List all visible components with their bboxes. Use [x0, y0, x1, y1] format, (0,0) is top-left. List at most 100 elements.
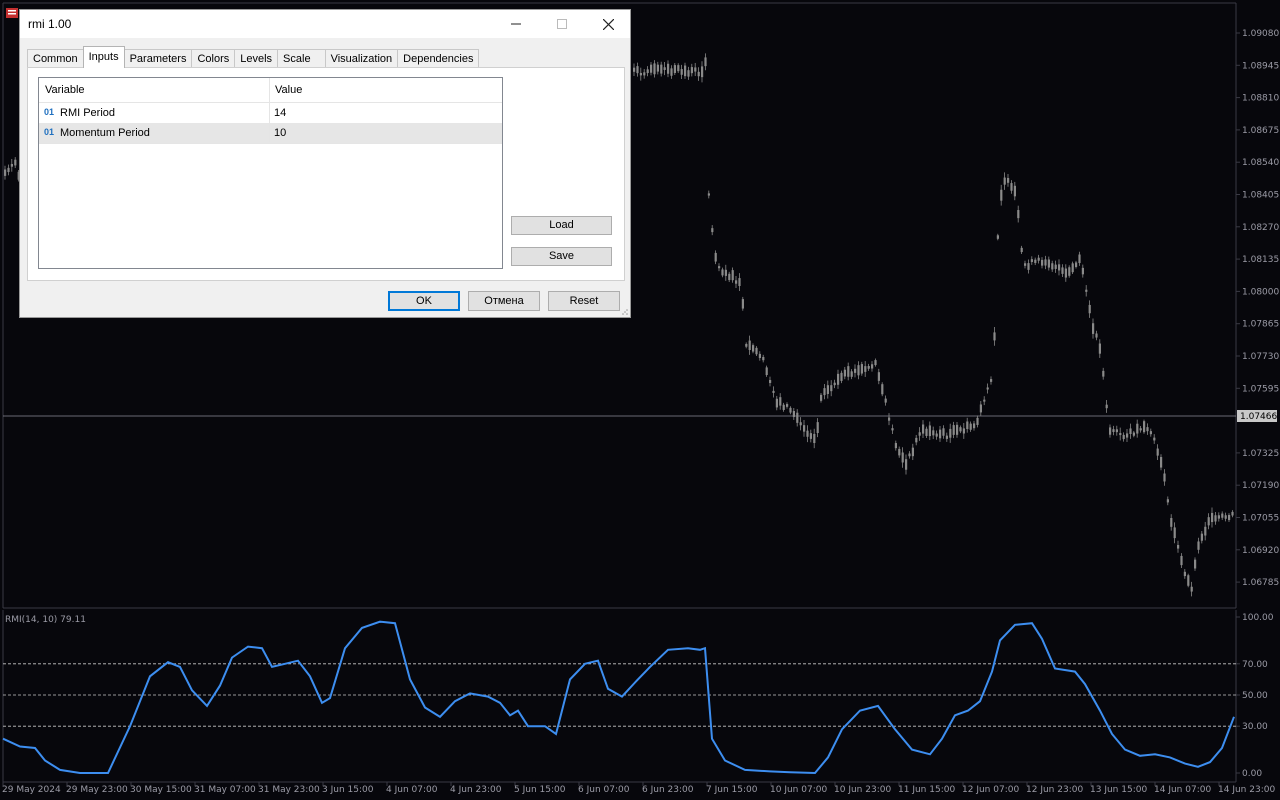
time-tick-label: 14 Jun 23:00: [1218, 785, 1275, 795]
row-value[interactable]: 14: [274, 107, 286, 119]
candle-body: [833, 382, 836, 386]
candle-body: [752, 345, 755, 352]
ok-button[interactable]: OK: [388, 291, 460, 311]
header-value[interactable]: Value: [275, 84, 302, 96]
candle-body: [1160, 457, 1163, 468]
candle-body: [854, 368, 857, 373]
candle-body: [823, 388, 826, 396]
rmi-indicator-pane[interactable]: 100.00 70.00 50.00 30.00 0.00 29 May 2024 29 M…: [0, 610, 1280, 800]
candle-body: [952, 425, 955, 435]
candle-body: [7, 167, 10, 173]
candle-body: [1136, 423, 1139, 434]
close-button[interactable]: [585, 10, 631, 38]
candle-body: [758, 353, 761, 358]
table-row[interactable]: 01 RMI Period 14: [39, 103, 502, 124]
minimize-button[interactable]: [493, 10, 539, 38]
candle-body: [779, 397, 782, 406]
price-tick-label: 1.07325: [1242, 449, 1279, 459]
time-tick-label: 6 Jun 07:00: [578, 785, 630, 795]
candle-body: [799, 422, 802, 426]
candle-body: [1207, 517, 1210, 526]
price-tick-label: 1.08000: [1242, 287, 1279, 297]
candle-body: [959, 427, 962, 432]
maximize-button[interactable]: [539, 10, 585, 38]
candle-body: [820, 394, 823, 401]
candle-body: [714, 252, 717, 262]
candle-body: [1088, 304, 1091, 314]
candle-body: [1010, 183, 1013, 191]
candle-body: [1017, 210, 1020, 219]
candle-body: [680, 69, 683, 75]
time-tick-label: 12 Jun 07:00: [962, 785, 1019, 795]
candle-body: [1126, 433, 1129, 438]
tab-visualization[interactable]: Visualization: [324, 49, 399, 68]
reset-button[interactable]: Reset: [548, 291, 620, 311]
candle-body: [1156, 448, 1159, 456]
candle-body: [949, 428, 952, 438]
candle-body: [670, 68, 673, 76]
row-variable: Momentum Period: [60, 127, 150, 139]
tab-levels[interactable]: Levels: [234, 49, 279, 68]
price-tick-label: 1.07055: [1242, 514, 1279, 524]
candle-body: [748, 340, 751, 351]
candle-body: [782, 404, 785, 410]
save-button[interactable]: Save: [511, 247, 612, 266]
price-tick-label: 1.07730: [1242, 352, 1279, 362]
candle-body: [1146, 427, 1149, 432]
time-tick-label: 3 Jun 15:00: [322, 785, 374, 795]
tab-inputs[interactable]: Inputs: [82, 46, 125, 68]
header-variable[interactable]: Variable: [45, 84, 85, 96]
row-value[interactable]: 10: [274, 127, 286, 139]
candle-body: [806, 430, 809, 437]
candle-body: [816, 422, 819, 434]
tab-strip: Common Inputs Parameters Colors Levels S…: [27, 46, 480, 68]
candle-body: [1047, 259, 1050, 268]
candle-body: [871, 364, 874, 369]
candle-body: [969, 423, 972, 430]
time-tick-label: 12 Jun 23:00: [1026, 785, 1083, 795]
candle-body: [728, 273, 731, 281]
inputs-panel: Variable Value 01 RMI Period 14 01 Momen…: [27, 67, 625, 281]
tab-dependencies[interactable]: Dependencies: [397, 49, 480, 68]
candle-body: [1020, 247, 1023, 253]
tab-common[interactable]: Common: [27, 49, 84, 68]
candle-body: [704, 57, 707, 67]
resize-grip-icon[interactable]: [620, 307, 628, 315]
candle-body: [813, 433, 816, 444]
candle-body: [639, 72, 642, 76]
cancel-button[interactable]: Отмена: [468, 291, 540, 311]
candle-body: [942, 428, 945, 436]
time-tick-label: 30 May 15:00: [130, 785, 192, 795]
time-tick-label: 29 May 2024: [2, 785, 61, 795]
tab-parameters[interactable]: Parameters: [123, 49, 193, 68]
candle-body: [877, 372, 880, 381]
close-icon: [602, 18, 614, 30]
tab-scale[interactable]: Scale: [277, 49, 326, 68]
candle-body: [1115, 429, 1118, 433]
candle-body: [928, 425, 931, 437]
candle-body: [990, 379, 993, 382]
candle-body: [1058, 264, 1061, 271]
candle-body: [1122, 434, 1125, 440]
rmi-tick-label: 30.00: [1242, 722, 1268, 732]
candle-body: [731, 270, 734, 281]
load-button[interactable]: Load: [511, 216, 612, 235]
time-tick-label: 5 Jun 15:00: [514, 785, 566, 795]
candle-body: [646, 69, 649, 74]
time-tick-label: 14 Jun 07:00: [1154, 785, 1211, 795]
tab-colors[interactable]: Colors: [191, 49, 236, 68]
price-tick-label: 1.09080: [1242, 29, 1279, 39]
dialog-titlebar[interactable]: rmi 1.00: [20, 10, 630, 38]
price-tick-label: 1.08945: [1242, 61, 1279, 71]
table-row[interactable]: 01 Momentum Period 10: [39, 123, 502, 144]
candle-body: [1007, 177, 1010, 183]
candle-body: [1003, 177, 1006, 185]
candle-body: [809, 433, 812, 439]
candle-body: [684, 65, 687, 77]
candle-body: [772, 390, 775, 393]
candle-body: [884, 398, 887, 403]
candle-body: [660, 64, 663, 74]
price-tick-label: 1.07595: [1242, 384, 1279, 394]
candle-body: [1105, 404, 1108, 409]
time-tick-label: 29 May 23:00: [66, 785, 128, 795]
